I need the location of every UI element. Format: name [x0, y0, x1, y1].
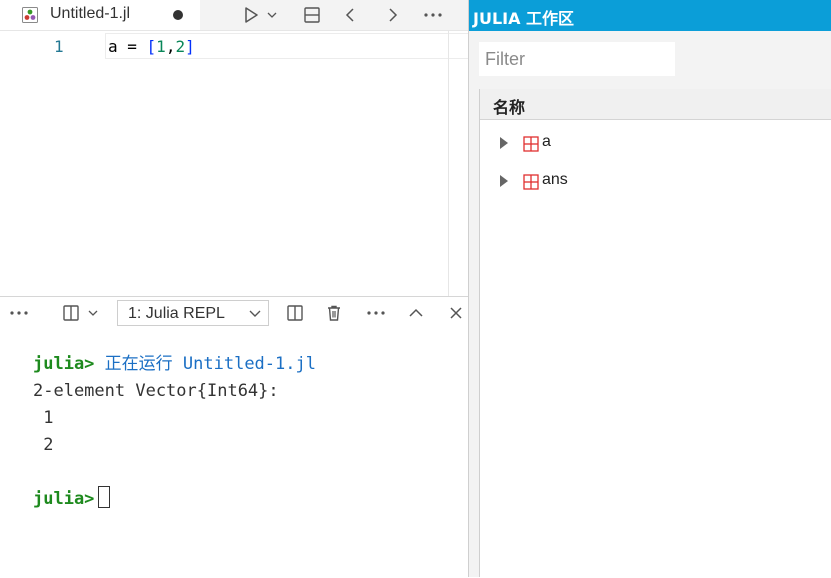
panel-toolbar: 1: Julia REPL: [0, 297, 468, 329]
terminal-line: julia>: [33, 486, 316, 513]
tab-label: Untitled-1.jl: [50, 5, 131, 22]
code-number-1: 1: [156, 37, 166, 56]
repl-prompt: julia>: [33, 489, 95, 509]
terminal-line: 2-element Vector{Int64}:: [33, 381, 279, 401]
variable-row[interactable]: a: [480, 127, 831, 157]
editor-area: Untitled-1.jl 1 a = [1,2]: [0, 0, 468, 296]
column-header-label: 名称: [493, 98, 526, 117]
select-chevron-icon: [249, 310, 261, 317]
julia-workspace: JULIA 工作区 名称 a ans: [469, 0, 831, 577]
terminal-panel: 1: Julia REPL julia> 正在运行 Untitled-1.jl …: [0, 296, 468, 578]
line-number: 1: [54, 37, 64, 56]
code-editor[interactable]: 1 a = [1,2]: [0, 31, 468, 296]
terminal-select[interactable]: 1: Julia REPL: [117, 300, 269, 326]
variable-name: a: [542, 133, 551, 150]
running-message: 正在运行 Untitled-1.jl: [104, 354, 316, 374]
code-bracket-open: [: [146, 37, 157, 56]
terminal-line: julia> 正在运行 Untitled-1.jl: [33, 351, 316, 378]
column-header-name[interactable]: 名称: [480, 89, 831, 120]
terminal-select-label: 1: Julia REPL: [128, 305, 225, 322]
editor-tab-bar: Untitled-1.jl: [0, 0, 468, 31]
code-line[interactable]: a = [1,2]: [108, 37, 195, 56]
split-terminal-icon[interactable]: [284, 302, 306, 324]
panel-chevron-down-icon[interactable]: [85, 302, 101, 324]
trash-icon[interactable]: [323, 302, 345, 324]
split-editor-icon[interactable]: [301, 4, 323, 26]
code-lhs: a =: [108, 37, 147, 56]
terminal-cursor: [98, 486, 111, 508]
more-icon[interactable]: [422, 4, 444, 26]
terminal-line: 2: [33, 435, 54, 455]
panel-overflow-icon[interactable]: [365, 302, 387, 324]
code-number-2: 2: [175, 37, 186, 56]
repl-prompt: julia>: [33, 354, 95, 374]
unsaved-dot-icon[interactable]: [173, 10, 183, 20]
expand-triangle-icon[interactable]: [500, 137, 508, 149]
workspace-title: JULIA 工作区: [473, 9, 575, 28]
panel-layout-icon[interactable]: [60, 302, 82, 324]
julia-file-icon: [22, 7, 38, 23]
editor-tab[interactable]: Untitled-1.jl: [0, 0, 200, 30]
variables-table: 名称 a ans: [479, 89, 831, 577]
back-icon[interactable]: [340, 4, 362, 26]
expand-triangle-icon[interactable]: [500, 175, 508, 187]
maximize-panel-icon[interactable]: [405, 302, 427, 324]
terminal-output[interactable]: julia> 正在运行 Untitled-1.jl 2-element Vect…: [33, 351, 316, 513]
forward-icon[interactable]: [381, 4, 403, 26]
array-icon: [523, 174, 539, 190]
panel-more-icon[interactable]: [8, 302, 30, 324]
run-icon[interactable]: [240, 4, 262, 26]
filter-input[interactable]: [479, 42, 675, 76]
variable-name: ans: [542, 171, 568, 188]
code-bracket-close: ]: [185, 37, 195, 56]
terminal-line: 1: [33, 408, 54, 428]
code-comma: ,: [165, 37, 176, 56]
workspace-header: JULIA 工作区: [469, 0, 831, 31]
variable-row[interactable]: ans: [480, 165, 831, 195]
chevron-down-icon[interactable]: [264, 4, 280, 26]
editor-scrollbar[interactable]: [448, 31, 449, 296]
array-icon: [523, 136, 539, 152]
close-panel-icon[interactable]: [445, 302, 467, 324]
